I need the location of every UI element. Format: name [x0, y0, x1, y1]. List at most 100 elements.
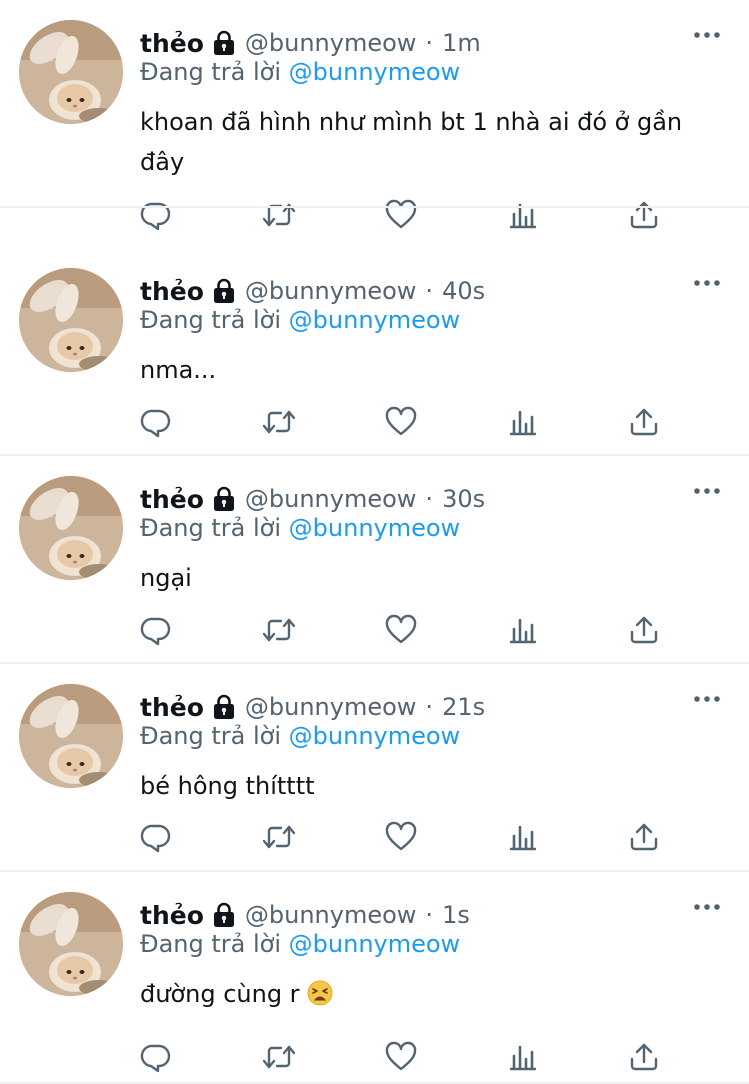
analytics-icon [509, 203, 537, 229]
tweet-text: bé hông thítttt [140, 766, 730, 806]
avatar[interactable] [19, 892, 123, 996]
replying-to-label: Đang trả lời [140, 722, 282, 750]
user-handle[interactable]: @bunnymeow [245, 485, 417, 513]
lock-icon [213, 902, 234, 927]
action-bar [0, 195, 749, 235]
tweet-text-content: nma... [140, 356, 217, 384]
like-button[interactable] [381, 195, 421, 235]
reply-button[interactable] [136, 610, 176, 650]
tweet-text-content: đường cùng r [140, 980, 300, 1008]
more-icon[interactable] [693, 30, 721, 40]
user-handle[interactable]: @bunnymeow [245, 277, 417, 305]
cat-avatar-image [19, 268, 123, 372]
tweet-text-content: khoan đã hình như mình bt 1 nhà ai đó ở … [140, 108, 683, 176]
timestamp[interactable]: 30s [442, 485, 485, 513]
replying-to: Đang trả lời @bunnymeow [140, 722, 460, 750]
reply-mention-link[interactable]: @bunnymeow [289, 58, 461, 86]
tweet[interactable]: thẻo @bunnymeow · 40s Đang trả lời @bunn… [0, 248, 749, 456]
timestamp[interactable]: 1s [442, 901, 470, 929]
user-handle[interactable]: @bunnymeow [245, 901, 417, 929]
display-name[interactable]: thẻo [140, 693, 204, 722]
avatar[interactable] [19, 684, 123, 788]
tweet[interactable]: thẻo @bunnymeow · 21s Đang trả lời @bunn… [0, 664, 749, 872]
retweet-button[interactable] [259, 1037, 299, 1077]
more-icon[interactable] [693, 486, 721, 496]
reply-button[interactable] [136, 195, 176, 235]
more-icon[interactable] [693, 902, 721, 912]
retweet-button[interactable] [259, 402, 299, 442]
lock-icon [213, 694, 234, 719]
share-button[interactable] [624, 610, 664, 650]
display-name[interactable]: thẻo [140, 901, 204, 930]
reply-mention-link[interactable]: @bunnymeow [289, 306, 461, 334]
reply-icon [140, 202, 171, 231]
more-icon[interactable] [693, 278, 721, 288]
timestamp[interactable]: 40s [442, 277, 485, 305]
avatar[interactable] [19, 476, 123, 580]
reply-button[interactable] [136, 817, 176, 857]
cat-avatar-image [19, 684, 123, 788]
more-icon[interactable] [693, 694, 721, 704]
retweet-button[interactable] [259, 195, 299, 235]
retweet-button[interactable] [259, 817, 299, 857]
separator-dot: · [425, 277, 434, 305]
replying-to-label: Đang trả lời [140, 58, 282, 86]
retweet-icon [263, 618, 295, 642]
heart-icon [385, 1041, 417, 1071]
like-button[interactable] [381, 402, 421, 442]
heart-icon [385, 614, 417, 644]
heart-icon [385, 821, 417, 851]
analytics-button[interactable] [503, 817, 543, 857]
share-button[interactable] [624, 817, 664, 857]
like-button[interactable] [381, 817, 421, 857]
tweet[interactable]: thẻo @bunnymeow · 1s Đang trả lời @bunny… [0, 872, 749, 1084]
lock-icon [213, 278, 234, 303]
tweet-header: thẻo @bunnymeow · 1s [140, 898, 470, 932]
reply-button[interactable] [136, 1037, 176, 1077]
replying-to: Đang trả lời @bunnymeow [140, 514, 460, 542]
share-icon [630, 616, 658, 644]
reply-button[interactable] [136, 402, 176, 442]
like-button[interactable] [381, 1037, 421, 1077]
share-button[interactable] [624, 195, 664, 235]
tweet-header: thẻo @bunnymeow · 30s [140, 482, 485, 516]
separator-dot: · [425, 485, 434, 513]
tweet-text: ngại [140, 558, 730, 598]
separator-dot: · [425, 29, 434, 57]
avatar[interactable] [19, 20, 123, 124]
user-handle[interactable]: @bunnymeow [245, 29, 417, 57]
analytics-button[interactable] [503, 195, 543, 235]
tweet-header: thẻo @bunnymeow · 21s [140, 690, 485, 724]
user-handle[interactable]: @bunnymeow [245, 693, 417, 721]
reply-icon [140, 409, 171, 438]
display-name[interactable]: thẻo [140, 277, 204, 306]
reply-mention-link[interactable]: @bunnymeow [289, 514, 461, 542]
action-bar [0, 817, 749, 857]
share-button[interactable] [624, 402, 664, 442]
lock-icon [213, 486, 234, 511]
analytics-button[interactable] [503, 402, 543, 442]
analytics-button[interactable] [503, 1037, 543, 1077]
tweet-text-content: bé hông thítttt [140, 772, 315, 800]
display-name[interactable]: thẻo [140, 485, 204, 514]
tweet[interactable]: thẻo @bunnymeow · 1m Đang trả lời @bunny… [0, 0, 749, 231]
action-bar [0, 402, 749, 442]
tweet[interactable]: thẻo @bunnymeow · 30s Đang trả lời @bunn… [0, 456, 749, 664]
reply-mention-link[interactable]: @bunnymeow [289, 722, 461, 750]
action-bar [0, 1037, 749, 1077]
share-button[interactable] [624, 1037, 664, 1077]
analytics-button[interactable] [503, 610, 543, 650]
tweet-header: thẻo @bunnymeow · 40s [140, 274, 485, 308]
reply-mention-link[interactable]: @bunnymeow [289, 930, 461, 958]
timestamp[interactable]: 1m [442, 29, 481, 57]
like-button[interactable] [381, 610, 421, 650]
tired-face-emoji [307, 980, 333, 1006]
timestamp[interactable]: 21s [442, 693, 485, 721]
replying-to: Đang trả lời @bunnymeow [140, 930, 460, 958]
retweet-button[interactable] [259, 610, 299, 650]
replying-to-label: Đang trả lời [140, 930, 282, 958]
avatar[interactable] [19, 268, 123, 372]
share-icon [630, 823, 658, 851]
retweet-icon [263, 825, 295, 849]
display-name[interactable]: thẻo [140, 29, 204, 58]
